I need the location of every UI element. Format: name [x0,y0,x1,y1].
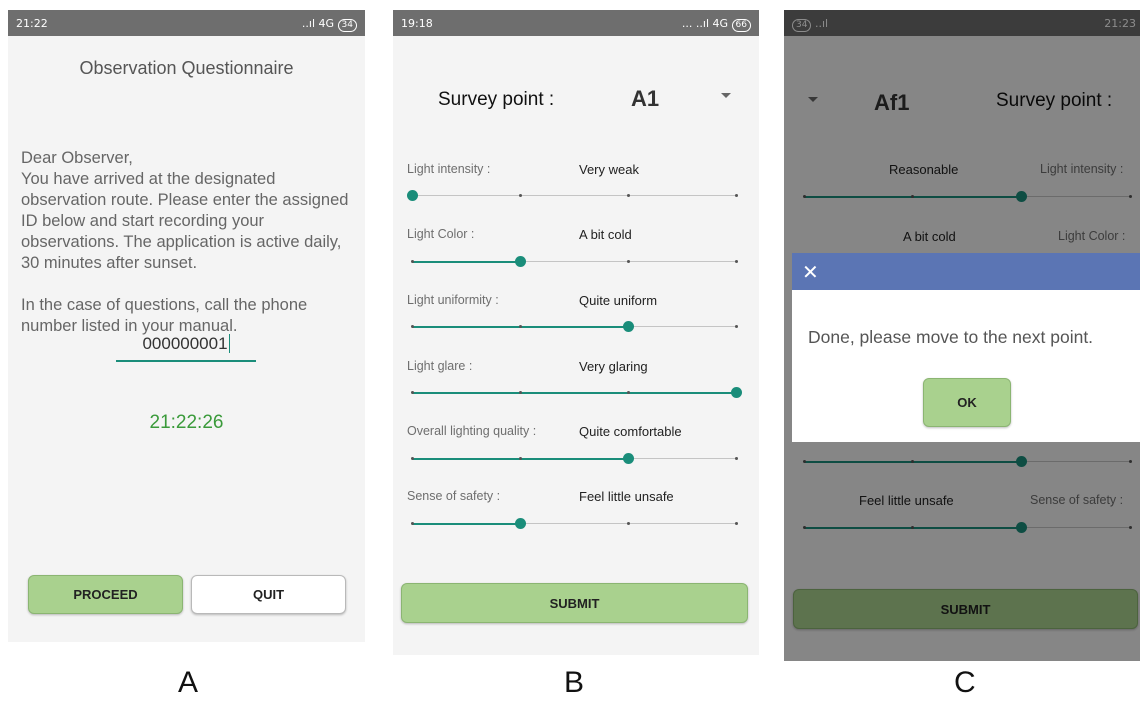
battery-icon: 66 [731,19,751,32]
question-answer: Very weak [579,162,639,177]
slider-tick [410,260,414,263]
slider-tick [518,194,522,197]
page-title: Observation Questionnaire [79,58,294,78]
dropdown-arrow-icon [721,93,731,98]
answer-slider[interactable] [410,517,738,531]
question-label: Light Color : [407,227,475,241]
slider-tick [626,260,630,263]
phone-screen-b: 19:18 ... ..ıl 4G 66 Survey point : A1 L… [393,10,759,655]
answer-slider[interactable] [410,255,738,269]
question-label: Light uniformity : [407,293,499,307]
slider-tick [410,522,414,525]
slider-fill [412,392,736,394]
slider-fill [412,261,520,263]
question-label: Sense of safety : [407,489,501,503]
answer-slider[interactable] [410,386,742,400]
slider-thumb[interactable] [622,321,634,332]
slider-tick [734,325,738,328]
slider-tick [734,522,738,525]
slider-thumb[interactable] [514,256,526,267]
clock-display: 21:22:26 [149,412,224,433]
status-time: 21:22 [16,17,48,30]
question-answer: Very glaring [579,359,648,374]
slider-thumb[interactable] [514,518,526,529]
answer-slider[interactable] [406,189,738,203]
slider-tick [410,391,414,394]
question-answer: Quite comfortable [579,424,682,439]
signal-icon: ..ıl 4G [301,17,335,30]
ok-button[interactable]: OK [923,378,1011,427]
status-time: 19:18 [401,17,433,30]
panel-caption-b: B [564,666,585,699]
slider-tick [734,457,738,460]
question-answer: Feel little unsafe [579,489,674,504]
slider-tick [518,391,522,394]
dialog-header: ✕ [792,253,1140,290]
answer-slider[interactable] [410,452,738,466]
observer-id-input[interactable]: 000000001 [116,334,256,362]
phone-screen-a: 21:22 ..ıl 4G 34 Observation Questionnai… [8,10,365,642]
panel-caption-c: C [954,666,976,699]
status-bar: 21:22 ..ıl 4G 34 [8,10,365,36]
quit-button[interactable]: QUIT [191,575,346,614]
slider-tick [410,457,414,460]
survey-point-select[interactable]: A1 [593,84,743,116]
question-label: Light intensity : [407,162,491,176]
observer-id-value: 000000001 [142,334,228,353]
slider-tick [626,194,630,197]
survey-point-label: Survey point : [438,89,555,110]
survey-point-value: A1 [631,86,660,111]
question-label: Light glare : [407,359,473,373]
close-icon[interactable]: ✕ [802,260,819,284]
panel-caption-a: A [178,666,199,699]
status-bar: 19:18 ... ..ıl 4G 66 [393,10,759,36]
signal-icon: ... ..ıl 4G [681,17,729,30]
confirmation-dialog: ✕ Done, please move to the next point. O… [792,253,1140,442]
submit-button[interactable]: SUBMIT [401,583,748,623]
question-answer: A bit cold [579,227,632,242]
slider-thumb[interactable] [730,387,742,398]
answer-slider[interactable] [410,320,738,334]
slider-thumb[interactable] [406,190,418,201]
question-answer: Quite uniform [579,293,658,308]
slider-tick [734,194,738,197]
phone-screen-c: 34 ..ıl 21:23 Af1 Survey point : Reasona… [784,10,1140,661]
dialog-message: Done, please move to the next point. [808,327,1094,347]
slider-thumb[interactable] [622,453,634,464]
slider-tick [518,457,522,460]
proceed-button[interactable]: PROCEED [28,575,183,614]
slider-track [412,195,736,196]
slider-tick [626,522,630,525]
slider-tick [734,260,738,263]
battery-icon: 34 [337,19,357,32]
instructions-text: Dear Observer, You have arrived at the d… [21,149,349,335]
slider-fill [412,523,520,525]
slider-tick [626,391,630,394]
slider-tick [410,325,414,328]
question-label: Overall lighting quality : [407,424,537,438]
slider-tick [518,325,522,328]
